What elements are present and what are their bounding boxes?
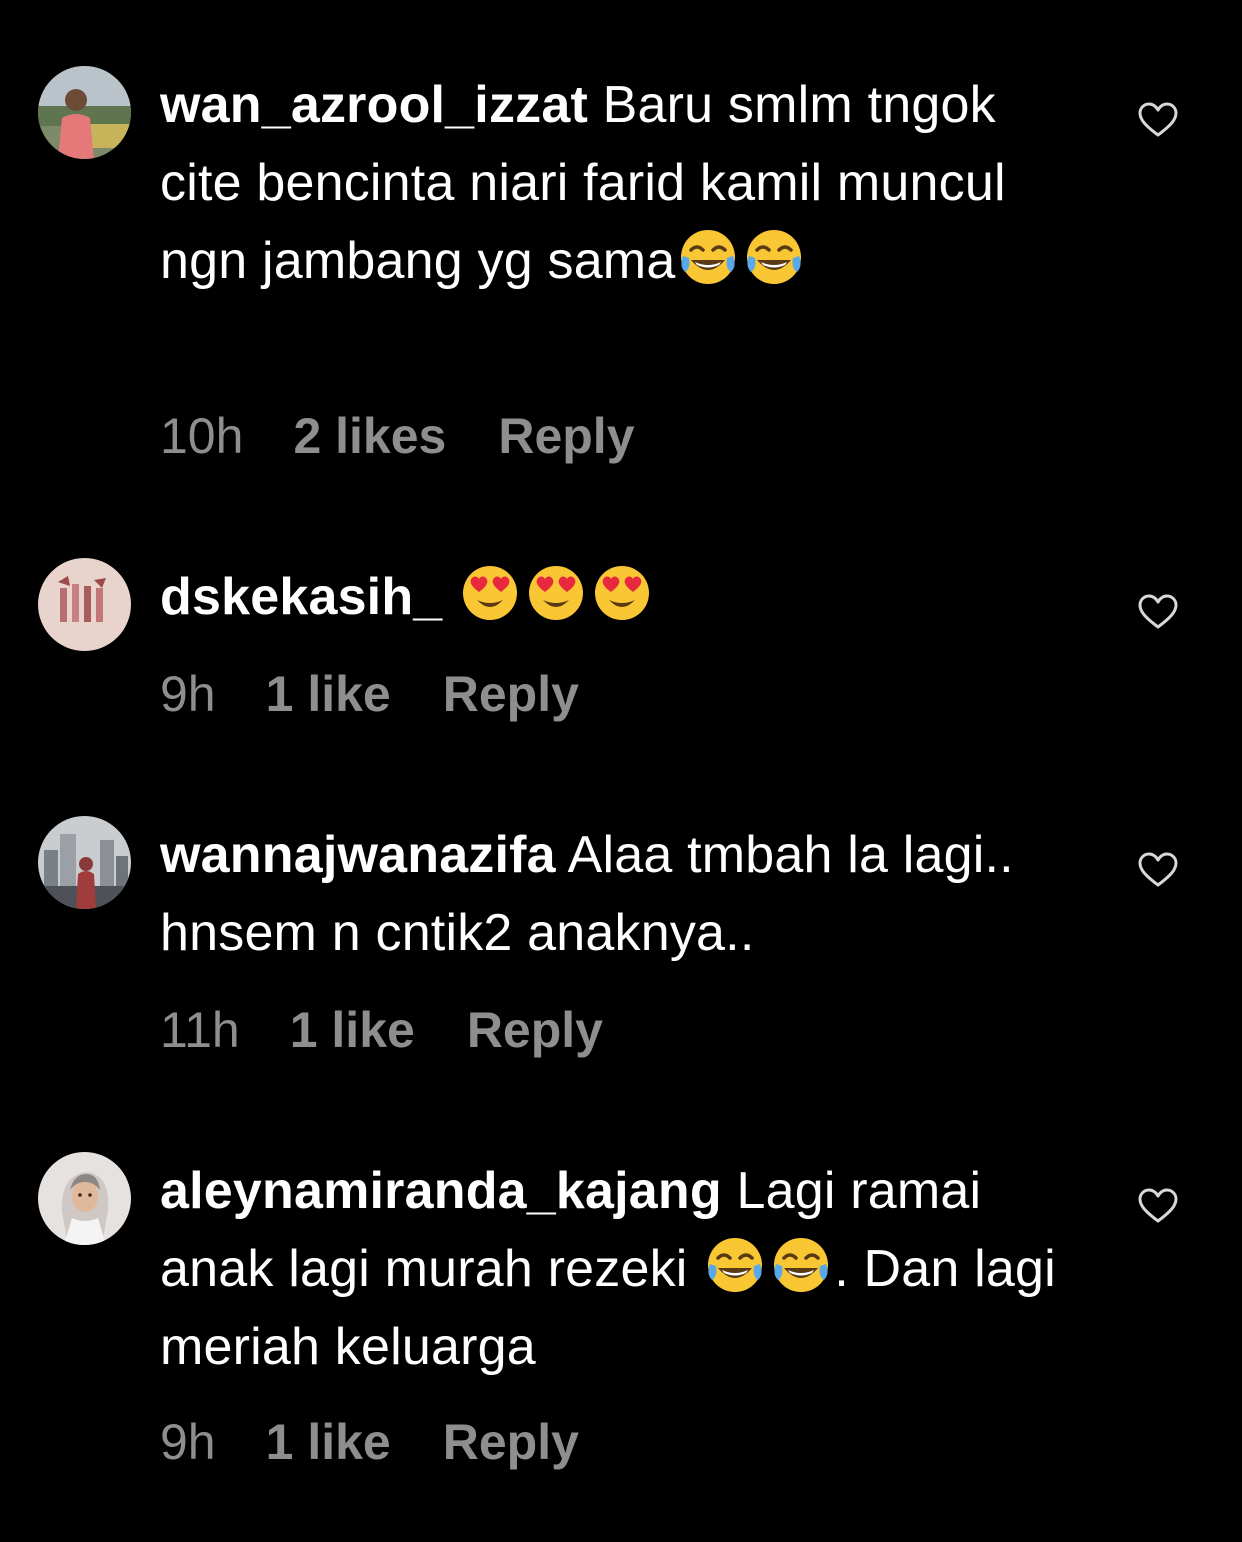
comment-body: dskekasih_ — [160, 558, 1060, 636]
comment-likes-count[interactable]: 2 likes — [293, 406, 446, 466]
comment-body: aleynamiranda_kajang Lagi ramai anak lag… — [160, 1152, 1060, 1386]
comment-username[interactable]: wannajwanazifa — [160, 826, 556, 884]
comment-time: 9h — [160, 666, 216, 722]
heart-eyes-emoji-icon — [525, 562, 587, 624]
comment-meta: 10h 2 likes Reply — [160, 406, 635, 466]
heart-outline-icon[interactable] — [1138, 594, 1178, 630]
comment-body: wan_azrool_izzat Baru smlm tngok cite be… — [160, 66, 1060, 300]
comment-username[interactable]: wan_azrool_izzat — [160, 76, 588, 134]
heart-outline-icon[interactable] — [1138, 102, 1178, 138]
heart-outline-icon[interactable] — [1138, 1188, 1178, 1224]
comment-likes-count[interactable]: 1 like — [266, 664, 391, 724]
reply-button[interactable]: Reply — [443, 664, 579, 724]
comment-time: 9h — [160, 1414, 216, 1470]
comment-username[interactable]: dskekasih_ — [160, 568, 442, 626]
avatar[interactable] — [38, 1152, 131, 1245]
comment-body: wannajwanazifa Alaa tmbah la lagi.. hnse… — [160, 816, 1060, 972]
reply-button[interactable]: Reply — [443, 1412, 579, 1472]
tears-of-joy-emoji-icon — [743, 226, 805, 288]
comment-time: 11h — [160, 1002, 240, 1058]
comment-meta: 9h 1 like Reply — [160, 1412, 579, 1472]
comment-likes-count[interactable]: 1 like — [290, 1000, 415, 1060]
avatar[interactable] — [38, 816, 131, 909]
tears-of-joy-emoji-icon — [677, 226, 739, 288]
heart-eyes-emoji-icon — [591, 562, 653, 624]
comment-meta: 9h 1 like Reply — [160, 664, 579, 724]
reply-button[interactable]: Reply — [498, 406, 634, 466]
heart-outline-icon[interactable] — [1138, 852, 1178, 888]
comments-screen: wan_azrool_izzat Baru smlm tngok cite be… — [0, 0, 1242, 1542]
tears-of-joy-emoji-icon — [770, 1234, 832, 1296]
avatar[interactable] — [38, 558, 131, 651]
comment-meta: 11h 1 like Reply — [160, 1000, 603, 1060]
heart-eyes-emoji-icon — [459, 562, 521, 624]
reply-button[interactable]: Reply — [467, 1000, 603, 1060]
avatar[interactable] — [38, 66, 131, 159]
comment-time: 10h — [160, 408, 244, 464]
tears-of-joy-emoji-icon — [704, 1234, 766, 1296]
comment-text — [442, 568, 457, 626]
comment-username[interactable]: aleynamiranda_kajang — [160, 1162, 722, 1220]
comment-likes-count[interactable]: 1 like — [266, 1412, 391, 1472]
